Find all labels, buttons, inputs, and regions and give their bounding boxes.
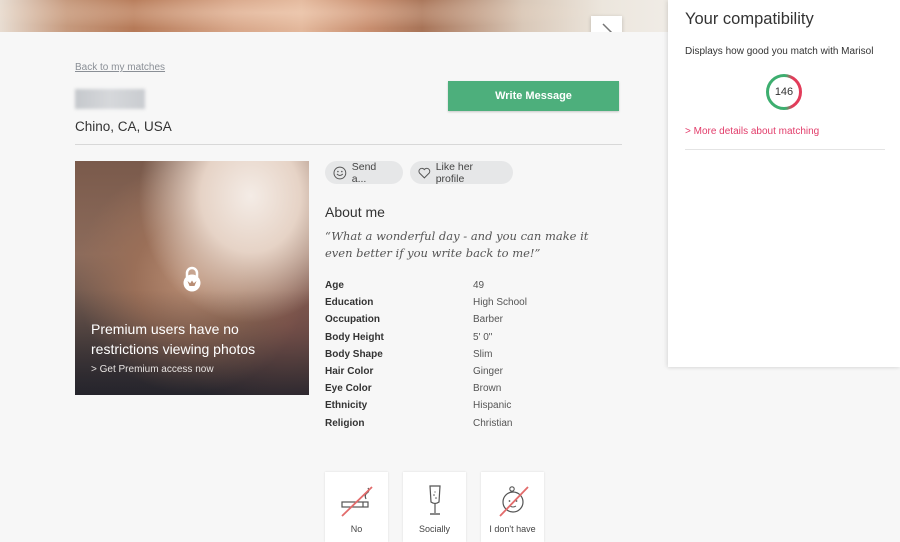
attribute-label: Ethnicity [325, 400, 368, 412]
attribute-row: Body Height 5' 0" [325, 329, 615, 346]
hero-image [0, 0, 670, 32]
matching-details-link[interactable]: > More details about matching [685, 126, 819, 137]
attribute-value: Slim [473, 348, 493, 360]
attribute-row: Religion Christian [325, 415, 615, 432]
profile-photo-locked[interactable]: Premium users have no restrictions viewi… [75, 161, 309, 395]
back-to-matches-link[interactable]: Back to my matches [75, 62, 165, 73]
about-me-quote: “What a wonderful day - and you can make… [325, 229, 589, 260]
smiley-icon [333, 166, 347, 179]
compatibility-title: Your compatibility [685, 10, 814, 28]
attribute-label: Body Shape [325, 348, 383, 360]
attribute-label: Body Height [325, 331, 384, 343]
attribute-label: Eye Color [325, 383, 372, 395]
attribute-label: Education [325, 297, 374, 309]
lifestyle-label: No [350, 524, 363, 534]
attribute-row: Ethnicity Hispanic [325, 397, 615, 414]
attribute-value: High School [473, 297, 527, 309]
panel-divider [685, 149, 885, 150]
attribute-label: Age [325, 280, 344, 292]
champagne-glass-icon [428, 485, 441, 515]
attribute-row: Hair Color Ginger [325, 363, 615, 380]
compatibility-score: 146 [774, 86, 794, 98]
profile-main: Back to my matches Chino, CA, USA Write … [0, 32, 668, 542]
attribute-value: Christian [473, 417, 513, 429]
attribute-value: Barber [473, 314, 504, 326]
attribute-value: 49 [473, 280, 485, 292]
compatibility-panel: Your compatibility Displays how good you… [668, 0, 900, 367]
like-label: Like her profile [435, 160, 474, 185]
attribute-value: Ginger [473, 366, 504, 378]
send-label: Send a... [351, 160, 377, 185]
premium-message: Premium users have no restrictions viewi… [91, 321, 256, 357]
attribute-row: Eye Color Brown [325, 380, 615, 397]
compatibility-subtitle: Displays how good you match with Marisol [685, 46, 874, 57]
attribute-value: Hispanic [473, 400, 512, 412]
attribute-label: Religion [325, 417, 365, 429]
attribute-row: Age 49 [325, 277, 615, 294]
attribute-row: Occupation Barber [325, 311, 615, 328]
lifestyle-card-children: I don't have [481, 472, 544, 542]
heart-icon [418, 167, 431, 179]
profile-attributes: Age 49 Education High School Occupation Bar… [325, 277, 615, 432]
attribute-row: Education High School [325, 294, 615, 311]
profile-name-blurred [75, 89, 145, 109]
write-message-button[interactable]: Write Message [448, 81, 619, 111]
no-children-icon [498, 486, 529, 517]
attribute-label: Hair Color [325, 366, 374, 378]
get-premium-link[interactable]: > Get Premium access now [91, 364, 214, 375]
header-divider [75, 144, 622, 145]
attribute-row: Body Shape Slim [325, 346, 615, 363]
attribute-value: 5' 0" [473, 331, 493, 343]
no-smoking-icon [340, 486, 373, 517]
attribute-label: Occupation [325, 314, 381, 326]
premium-lock-icon [183, 266, 201, 292]
profile-location: Chino, CA, USA [75, 119, 172, 134]
lifestyle-label: Socially [418, 524, 450, 534]
lifestyle-cards: No Socially I don't have [325, 472, 544, 542]
lifestyle-card-smoking: No [325, 472, 388, 542]
attribute-value: Brown [473, 383, 502, 395]
lifestyle-label: I don't have [489, 524, 536, 534]
send-smiley-button[interactable]: Send a... [325, 160, 403, 185]
lifestyle-card-drinking: Socially [403, 472, 466, 542]
like-profile-button[interactable]: Like her profile [410, 160, 513, 185]
about-me-heading: About me [325, 204, 385, 220]
